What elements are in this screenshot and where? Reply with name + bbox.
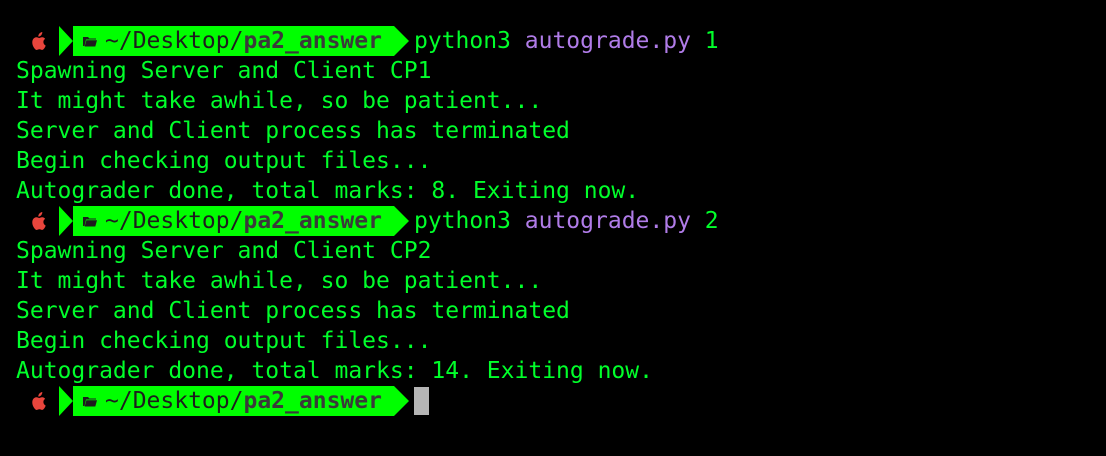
folder-icon — [83, 216, 97, 227]
prompt-path-segment: ~/Desktop/pa2_answer — [59, 206, 409, 236]
command-script: autograde.py — [524, 208, 691, 234]
command-script: autograde.py — [524, 28, 691, 54]
command-argument: 2 — [704, 208, 719, 234]
path-directory: pa2_answer — [243, 28, 382, 54]
prompt-line: ~/Desktop/pa2_answer python3 autograde.p… — [0, 206, 1106, 236]
prompt-path-segment: ~/Desktop/pa2_answer — [59, 26, 409, 56]
output-line: Begin checking output files... — [16, 328, 432, 354]
apple-icon — [29, 390, 47, 412]
output-line: Spawning Server and Client CP1 — [16, 58, 432, 84]
prompt-line-active[interactable]: ~/Desktop/pa2_answer — [0, 386, 1106, 416]
path-directory: pa2_answer — [243, 388, 382, 414]
command-name: python3 — [413, 208, 511, 234]
prompt-path-segment: ~/Desktop/pa2_answer — [59, 386, 409, 416]
output-line: Spawning Server and Client CP2 — [16, 238, 432, 264]
output-line: Server and Client process has terminated — [16, 118, 570, 144]
output-line: Begin checking output files... — [16, 148, 432, 174]
apple-icon — [29, 30, 47, 52]
path-prefix: ~/Desktop/ — [105, 28, 244, 54]
command-name: python3 — [413, 28, 511, 54]
prompt-line: ~/Desktop/pa2_answer python3 autograde.p… — [0, 26, 1106, 56]
folder-icon — [83, 36, 97, 47]
output-line: It might take awhile, so be patient... — [16, 88, 543, 114]
path-directory: pa2_answer — [243, 208, 382, 234]
output-line: Autograder done, total marks: 14. Exitin… — [16, 358, 653, 384]
output-line: Autograder done, total marks: 8. Exiting… — [16, 178, 640, 204]
command-argument: 1 — [704, 28, 719, 54]
path-prefix: ~/Desktop/ — [105, 208, 244, 234]
apple-icon — [29, 210, 47, 232]
path-prefix: ~/Desktop/ — [105, 388, 244, 414]
output-line: It might take awhile, so be patient... — [16, 268, 543, 294]
terminal-window[interactable]: ~/Desktop/pa2_answer python3 autograde.p… — [0, 0, 1106, 456]
output-line: Server and Client process has terminated — [16, 298, 570, 324]
terminal-cursor[interactable] — [413, 387, 429, 415]
folder-icon — [83, 396, 97, 407]
